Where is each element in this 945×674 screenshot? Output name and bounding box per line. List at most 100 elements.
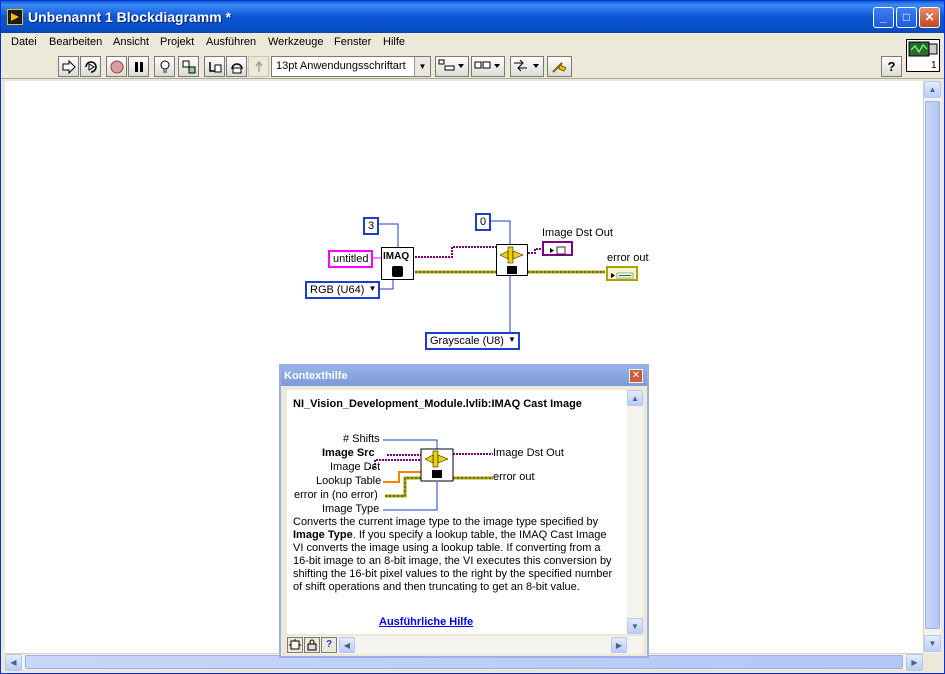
align-objects-button[interactable] (435, 56, 469, 77)
labview-app-icon (7, 9, 23, 25)
run-arrow-icon (62, 59, 76, 75)
menu-fenster[interactable]: Fenster (334, 36, 371, 48)
context-help-button[interactable]: ? (881, 56, 902, 77)
step-over-icon (231, 63, 243, 74)
lightbulb-icon (160, 60, 170, 73)
terminals-icon (289, 639, 301, 650)
menu-werkzeuge[interactable]: Werkzeuge (268, 36, 323, 48)
step-out-icon (255, 60, 263, 72)
reorder-button[interactable] (510, 56, 544, 77)
error-out-indicator[interactable] (606, 266, 638, 281)
vertical-scrollbar[interactable]: ▲ ▼ (923, 81, 941, 653)
context-help-heading: NI_Vision_Development_Module.lvlib:IMAQ … (293, 398, 582, 410)
rgb-enum-value: RGB (U64) (310, 284, 365, 296)
close-button[interactable]: ✕ (919, 7, 940, 28)
error-out-label: error out (607, 252, 649, 264)
untitled-constant[interactable]: untitled (328, 250, 374, 268)
font-select[interactable]: 13pt Anwendungsschriftart ▼ (271, 56, 431, 77)
detailed-help-link[interactable]: Ausführliche Hilfe (379, 616, 473, 628)
context-help-scrollbar[interactable]: ▲ ▼ (627, 390, 643, 634)
chevron-down-icon: ▼ (508, 335, 516, 344)
error-cluster-icon (611, 272, 634, 279)
vi-icon[interactable]: 1 (906, 39, 940, 72)
help-scroll-left-button[interactable]: ◀ (339, 637, 355, 653)
input-error-in-label: error in (no error) (294, 489, 378, 501)
input-shifts-label: # Shifts (343, 433, 380, 445)
run-continuously-button[interactable] (80, 56, 101, 77)
grayscale-enum-value: Grayscale (U8) (430, 335, 504, 347)
scroll-right-button[interactable]: ▶ (906, 654, 923, 671)
distribute-icon (474, 61, 500, 69)
context-help-description: Converts the current image type to the i… (293, 516, 613, 594)
shifts-constant[interactable]: 3 (363, 217, 380, 235)
menu-bearbeiten[interactable]: Bearbeiten (49, 36, 102, 48)
scroll-left-button[interactable]: ◀ (5, 654, 22, 671)
context-help-title: Kontexthilfe (284, 370, 348, 382)
run-continuously-icon (85, 61, 97, 73)
window-title: Unbenannt 1 Blockdiagramm * (28, 9, 232, 25)
rgb-enum-constant[interactable]: RGB (U64) ▼ (305, 281, 381, 299)
input-image-src-label: Image Src (322, 447, 375, 459)
image-dst-out-label: Image Dst Out (542, 227, 613, 239)
output-image-dst-out-label: Image Dst Out (493, 447, 564, 459)
context-help-titlebar[interactable]: Kontexthilfe ✕ (281, 366, 647, 386)
scroll-up-button[interactable]: ▲ (924, 81, 941, 98)
context-help-body: NI_Vision_Development_Module.lvlib:IMAQ … (287, 390, 627, 634)
detailed-help-button[interactable]: ? (321, 637, 337, 653)
menu-hilfe[interactable]: Hilfe (383, 36, 405, 48)
image-dst-out-indicator[interactable] (542, 241, 573, 256)
minimize-button[interactable]: _ (873, 7, 894, 28)
vi-icon-number: 1 (931, 60, 937, 71)
input-image-type-label: Image Type (322, 503, 380, 515)
probe-icon (182, 60, 196, 74)
scroll-down-button[interactable]: ▼ (924, 635, 941, 652)
retain-wire-values-button[interactable] (178, 56, 199, 77)
chevron-down-icon: ▼ (368, 284, 377, 293)
highlight-execution-button[interactable] (154, 56, 175, 77)
context-help-close-button[interactable]: ✕ (629, 369, 643, 383)
pause-button[interactable] (128, 56, 149, 77)
blockdiagram-window: Unbenannt 1 Blockdiagramm * _ □ ✕ Datei … (0, 0, 945, 674)
desc-part1: Converts the current image type to the i… (293, 516, 599, 528)
step-over-button[interactable] (226, 56, 247, 77)
vi-icon-graphic: 1 (908, 41, 938, 71)
cleanup-diagram-button[interactable] (547, 56, 572, 77)
imaq-cast-node[interactable] (496, 244, 528, 276)
menu-ansicht[interactable]: Ansicht (113, 36, 149, 48)
step-out-button[interactable] (248, 56, 269, 77)
pause-icon (135, 62, 143, 72)
lock-help-button[interactable] (304, 637, 320, 653)
step-into-icon (209, 62, 222, 73)
distribute-objects-button[interactable] (471, 56, 505, 77)
imaq-create-label: IMAQ (383, 251, 410, 262)
stop-icon (110, 60, 124, 74)
context-help-footer: ? ◀ ▶ (287, 636, 643, 654)
menu-datei[interactable]: Datei (11, 36, 37, 48)
show-optional-terminals-button[interactable] (287, 637, 303, 653)
menu-projekt[interactable]: Projekt (160, 36, 194, 48)
step-into-button[interactable] (204, 56, 225, 77)
input-lookup-table-label: Lookup Table (316, 475, 382, 487)
help-scroll-right-button[interactable]: ▶ (611, 637, 627, 653)
cleanup-broom-icon (552, 62, 567, 73)
abort-button[interactable] (106, 56, 127, 77)
imaq-create-icon (392, 266, 403, 277)
cast-image-icon (499, 246, 524, 274)
lock-icon (307, 639, 317, 651)
imaq-create-node[interactable]: IMAQ (381, 247, 414, 280)
vertical-scroll-thumb[interactable] (925, 101, 940, 629)
title-bar[interactable]: Unbenannt 1 Blockdiagramm * _ □ ✕ (1, 1, 944, 33)
reorder-icon (514, 59, 539, 72)
menu-bar: Datei Bearbeiten Ansicht Projekt Ausführ… (1, 33, 944, 53)
desc-bold: Image Type (293, 529, 353, 541)
toolbar: 13pt Anwendungsschriftart ▼ (1, 53, 944, 79)
maximize-button[interactable]: □ (896, 7, 917, 28)
run-button[interactable] (58, 56, 79, 77)
help-scroll-up-button[interactable]: ▲ (627, 390, 643, 406)
input-image-dst-label: Image Dst (330, 461, 381, 473)
chevron-down-icon: ▼ (414, 57, 430, 76)
menu-ausfuehren[interactable]: Ausführen (206, 36, 256, 48)
zero-constant[interactable]: 0 (475, 213, 492, 231)
grayscale-enum-constant[interactable]: Grayscale (U8) ▼ (425, 332, 520, 350)
help-scroll-down-button[interactable]: ▼ (627, 618, 643, 634)
